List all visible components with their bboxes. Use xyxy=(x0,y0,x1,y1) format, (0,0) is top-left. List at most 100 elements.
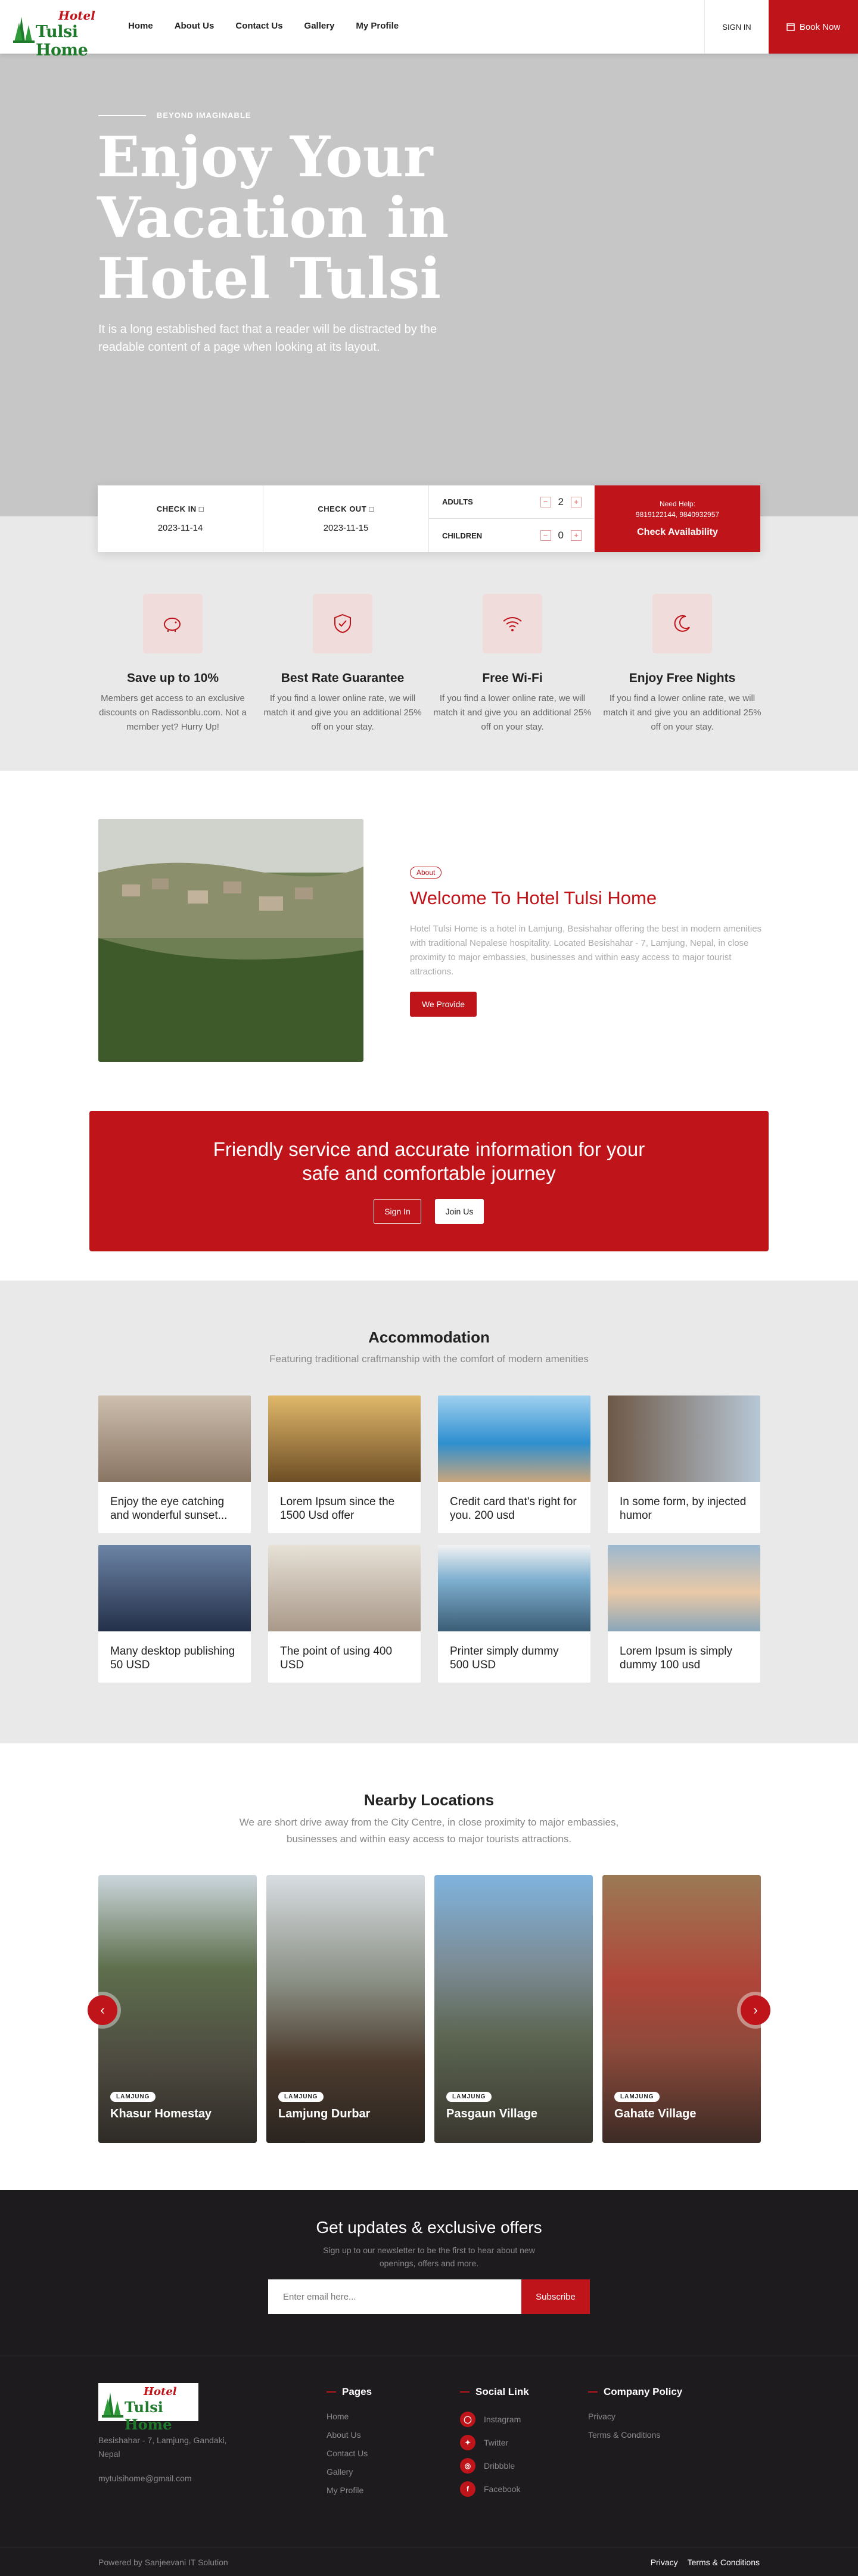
cta-banner: Friendly service and accurate informatio… xyxy=(89,1111,769,1251)
accommodation-caption: Credit card that's right for you. 200 us… xyxy=(450,1496,577,1522)
accommodation-caption: Many desktop publishing 50 USD xyxy=(110,1645,235,1671)
adults-value: 2 xyxy=(558,496,564,507)
accommodation-card[interactable]: Printer simply dummy 500 USD xyxy=(438,1545,590,1683)
hero-tagline: BEYOND IMAGINABLE xyxy=(98,111,251,120)
accommodation-caption: Lorem Ipsum since the 1500 Usd offer xyxy=(280,1496,395,1522)
accommodation-card[interactable]: Many desktop publishing 50 USD xyxy=(98,1545,251,1683)
signin-link[interactable]: SIGN IN xyxy=(704,0,769,54)
footer-link-contact[interactable]: Contact Us xyxy=(327,2444,372,2463)
adults-plus-button[interactable]: + xyxy=(571,496,582,507)
location-name: Khasur Homestay xyxy=(110,2107,212,2120)
newsletter-email-input[interactable] xyxy=(268,2279,521,2314)
subscribe-button[interactable]: Subscribe xyxy=(521,2279,590,2314)
checkout-field[interactable]: CHECK OUT □ 2023-11-15 xyxy=(263,485,429,552)
feature-title: Free Wi-Fi xyxy=(482,671,543,685)
accommodation-card[interactable]: Lorem Ipsum since the 1500 Usd offer xyxy=(268,1396,421,1533)
adults-row: ADULTS − 2 + xyxy=(429,485,595,519)
accommodation-card[interactable]: Lorem Ipsum is simply dummy 100 usd xyxy=(608,1545,760,1683)
check-availability-label: Check Availability xyxy=(637,527,718,537)
room-image xyxy=(608,1396,760,1482)
bottom-terms-link[interactable]: Terms & Conditions xyxy=(688,2558,760,2567)
newsletter-subtitle: Sign up to our newsletter to be the firs… xyxy=(323,2245,535,2268)
booking-bar: CHECK IN □ 2023-11-14 CHECK OUT □ 2023-1… xyxy=(98,485,760,552)
checkin-field[interactable]: CHECK IN □ 2023-11-14 xyxy=(98,485,263,552)
children-plus-button[interactable]: + xyxy=(571,530,582,541)
feature-save: Save up to 10% Members get access to an … xyxy=(92,594,253,734)
nearby-card[interactable]: LAMJUNG Pasgaun Village xyxy=(434,1875,593,2143)
checkin-label: CHECK IN xyxy=(156,504,197,513)
shield-check-icon xyxy=(313,594,372,653)
feature-free-nights: Enjoy Free Nights If you find a lower on… xyxy=(602,594,763,734)
adults-minus-button[interactable]: − xyxy=(540,496,551,507)
room-image xyxy=(438,1545,590,1631)
footer-logo[interactable]: Hotel Tulsi Home xyxy=(98,2383,198,2433)
carousel-prev-button[interactable]: ‹ xyxy=(88,1995,117,2025)
accommodation-card[interactable]: Enjoy the eye catching and wonderful sun… xyxy=(98,1396,251,1533)
book-now-button[interactable]: Book Now xyxy=(769,0,858,54)
footer-email[interactable]: mytulsihome@gmail.com xyxy=(98,2474,192,2483)
accommodation-subtitle: Featuring traditional craftmanship with … xyxy=(269,1353,589,1365)
cta-joinus-button[interactable]: Join Us xyxy=(435,1199,484,1224)
we-provide-button[interactable]: We Provide xyxy=(410,992,477,1017)
children-minus-button[interactable]: − xyxy=(540,530,551,541)
social-dribbble[interactable]: ◎ Dribbble xyxy=(460,2454,529,2477)
main-nav: Home About Us Contact Us Gallery My Prof… xyxy=(128,21,399,31)
cta-signin-button[interactable]: Sign In xyxy=(374,1199,421,1224)
nav-home[interactable]: Home xyxy=(128,21,153,31)
dribbble-icon: ◎ xyxy=(460,2457,475,2474)
room-image xyxy=(438,1396,590,1482)
nearby-subtitle: We are short drive away from the City Ce… xyxy=(239,1817,619,1845)
accommodation-card[interactable]: In some form, by injected humor xyxy=(608,1396,760,1533)
heading-bar xyxy=(327,2391,336,2393)
feature-title: Enjoy Free Nights xyxy=(629,671,736,685)
nav-contact-us[interactable]: Contact Us xyxy=(235,21,282,31)
social-instagram[interactable]: ◯ Instagram xyxy=(460,2407,529,2431)
footer-link-privacy[interactable]: Privacy xyxy=(588,2407,682,2426)
location-tag: LAMJUNG xyxy=(614,2092,660,2102)
nav-my-profile[interactable]: My Profile xyxy=(356,21,399,31)
feature-title: Save up to 10% xyxy=(126,671,219,685)
checkin-label-row: CHECK IN □ xyxy=(157,504,204,513)
footer-link-about[interactable]: About Us xyxy=(327,2426,372,2444)
accommodation-card[interactable]: Credit card that's right for you. 200 us… xyxy=(438,1396,590,1533)
footer-link-home[interactable]: Home xyxy=(327,2407,372,2426)
footer-logo-hotel: Hotel xyxy=(144,2385,177,2398)
nearby-title: Nearby Locations xyxy=(363,1791,495,1809)
feature-desc: Members get access to an exclusive disco… xyxy=(99,693,247,732)
children-row: CHILDREN − 0 + xyxy=(429,519,595,552)
bottom-privacy-link[interactable]: Privacy xyxy=(651,2558,678,2567)
feature-best-rate: Best Rate Guarantee If you find a lower … xyxy=(262,594,423,734)
about-title: Welcome To Hotel Tulsi Home xyxy=(410,887,657,908)
footer-link-profile[interactable]: My Profile xyxy=(327,2481,372,2500)
moon-icon xyxy=(652,594,712,653)
heading-bar xyxy=(460,2391,470,2393)
nearby-card[interactable]: LAMJUNG Lamjung Durbar xyxy=(266,1875,425,2143)
hotel-logo[interactable]: Hotel Tulsi Home xyxy=(10,6,105,60)
hero-subtitle: It is a long established fact that a rea… xyxy=(98,323,437,354)
cta-title: Friendly service and accurate informatio… xyxy=(213,1138,645,1184)
newsletter-title: Get updates & exclusive offers xyxy=(316,2218,542,2237)
social-twitter[interactable]: ✦ Twitter xyxy=(460,2431,529,2454)
accommodation-caption: Printer simply dummy 500 USD xyxy=(450,1645,559,1671)
nav-about-us[interactable]: About Us xyxy=(175,21,214,31)
accommodation-caption: Lorem Ipsum is simply dummy 100 usd xyxy=(620,1645,732,1671)
social-facebook[interactable]: f Facebook xyxy=(460,2477,529,2500)
footer-link-terms[interactable]: Terms & Conditions xyxy=(588,2426,682,2444)
calendar-icon: □ xyxy=(369,504,374,513)
room-image xyxy=(98,1396,251,1482)
carousel-next-button[interactable]: › xyxy=(741,1995,770,2025)
footer-link-gallery[interactable]: Gallery xyxy=(327,2463,372,2481)
social-label: Twitter xyxy=(484,2437,509,2447)
nearby-card[interactable]: LAMJUNG Gahate Village xyxy=(602,1875,761,2143)
accommodation-caption: The point of using 400 USD xyxy=(280,1645,393,1671)
nav-gallery[interactable]: Gallery xyxy=(304,21,335,31)
footer-logo-name: Tulsi Home xyxy=(125,2399,172,2433)
nearby-card[interactable]: LAMJUNG Khasur Homestay xyxy=(98,1875,257,2143)
children-label: CHILDREN xyxy=(442,531,483,540)
children-value: 0 xyxy=(558,529,564,541)
accommodation-card[interactable]: The point of using 400 USD xyxy=(268,1545,421,1683)
accommodation-title: Accommodation xyxy=(368,1328,490,1346)
check-availability-button[interactable]: Need Help: 9819122144, 9840932957 Check … xyxy=(595,485,760,552)
twitter-icon: ✦ xyxy=(460,2434,475,2450)
hero-title: Enjoy Your Vacation in Hotel Tulsi xyxy=(97,124,449,312)
